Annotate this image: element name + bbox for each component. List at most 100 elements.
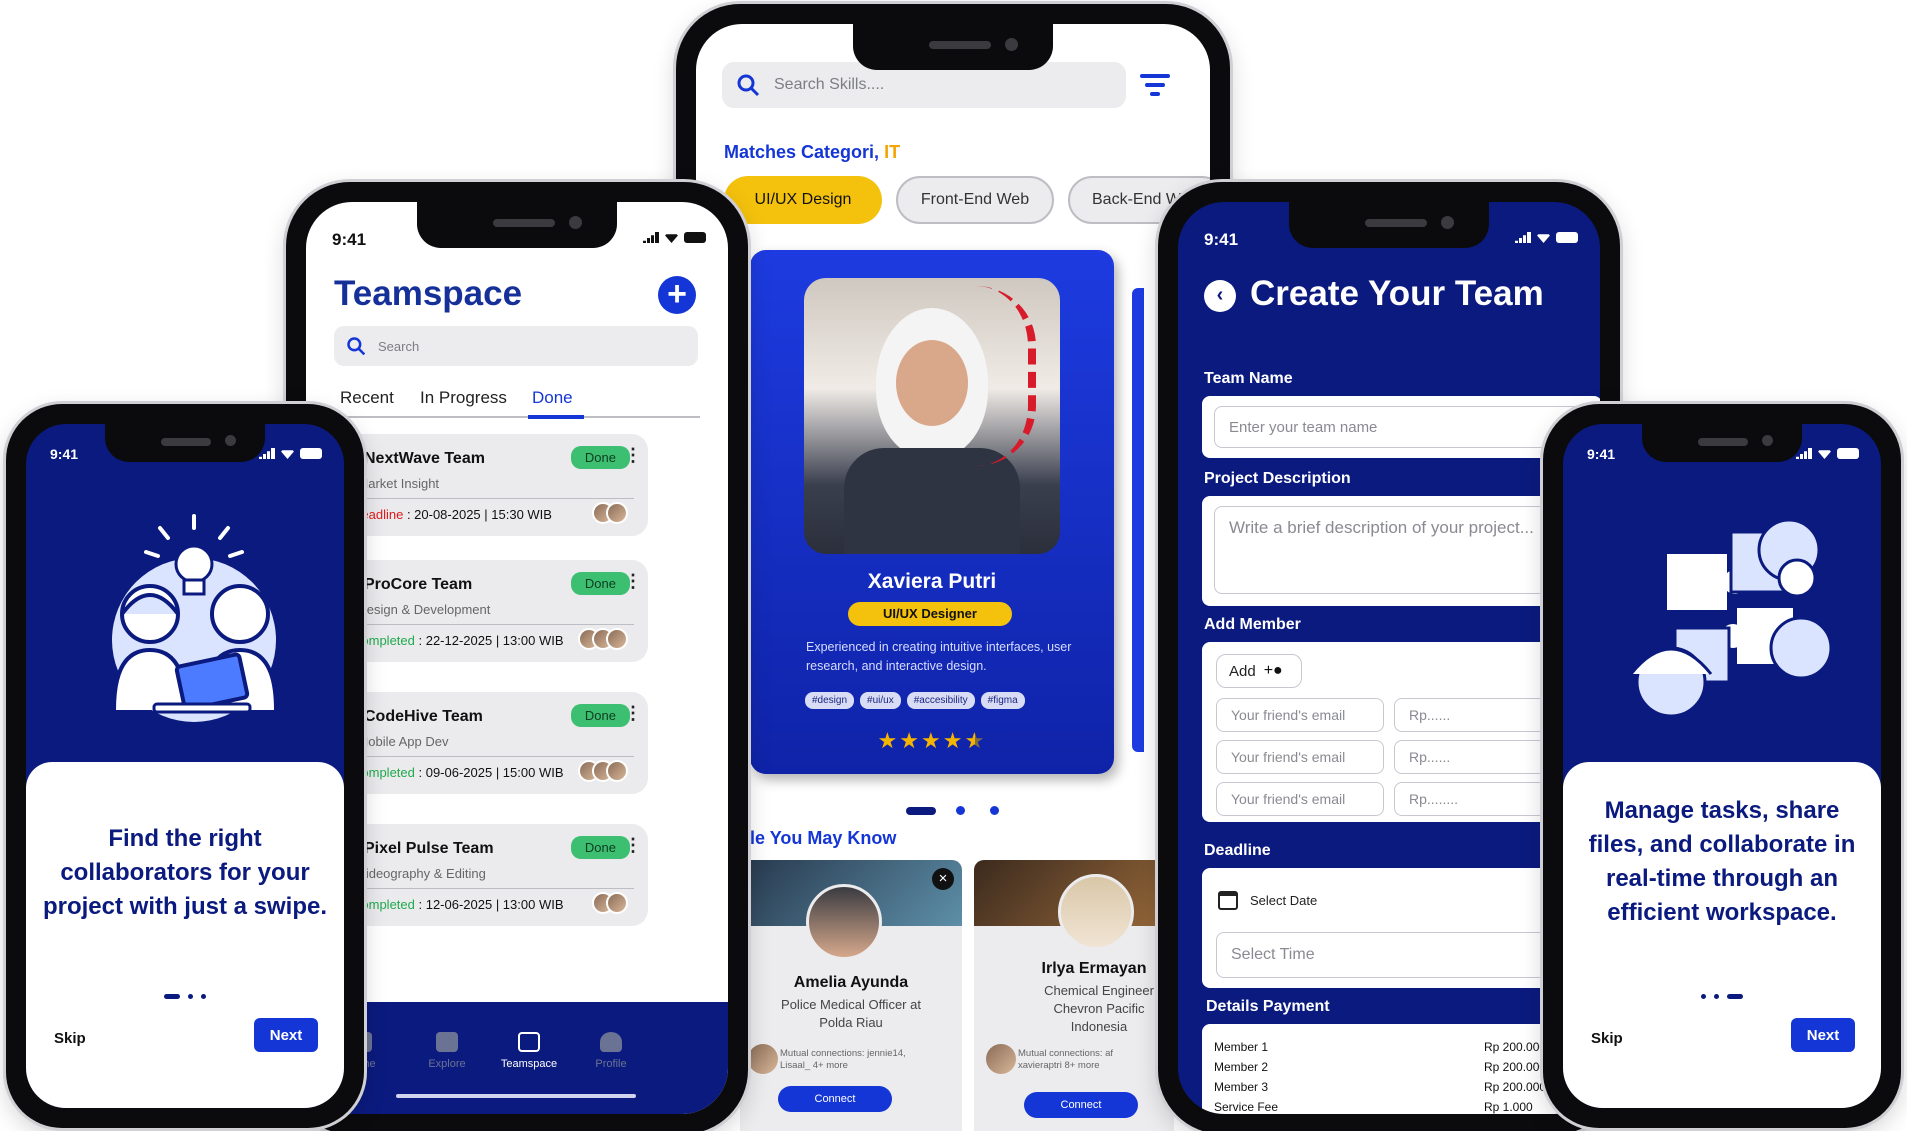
- next-button[interactable]: Next: [1791, 1018, 1855, 1052]
- profile-swipe-card[interactable]: Xaviera Putri UI/UX Designer Experienced…: [750, 250, 1114, 774]
- chip-uiux-design[interactable]: UI/UX Design: [724, 176, 882, 224]
- filter-icon[interactable]: [1140, 72, 1170, 98]
- status-badge: Done: [570, 704, 630, 727]
- select-date-dropdown[interactable]: Select Date: [1214, 880, 1594, 920]
- member-email-input[interactable]: Your friend's email: [1216, 698, 1384, 732]
- status-bar: 9:41: [26, 444, 344, 470]
- person-name: Amelia Ayunda: [793, 974, 909, 991]
- more-vertical-icon[interactable]: ⋮: [624, 446, 642, 464]
- chip-frontend-web[interactable]: Front-End Web: [896, 176, 1054, 224]
- member-avatars: [578, 760, 628, 782]
- team-date: Completed : 12-06-2025 | 13:00 WIB: [352, 897, 564, 912]
- divider: [336, 624, 634, 625]
- team-card[interactable]: ⬢ CodeHive Team Done ⋮ Team Mobile App D…: [322, 692, 648, 794]
- skip-button[interactable]: Skip: [1591, 1030, 1623, 1047]
- person-title: Chemical Engineer Chevron Pacific Indone…: [1044, 983, 1154, 1034]
- page-title: Teamspace: [334, 274, 523, 313]
- onboarding-message: Find the right collaborators for your pr…: [42, 825, 328, 920]
- team-name-input[interactable]: Enter your team name: [1214, 406, 1600, 448]
- connect-button[interactable]: Connect: [778, 1086, 892, 1112]
- more-vertical-icon[interactable]: ⋮: [624, 572, 642, 590]
- next-card-peek: [1132, 288, 1144, 752]
- teamspace-screen: 9:41 Teamspace + Search Recent In Progre…: [306, 202, 728, 1114]
- onboarding-message: Manage tasks, share files, and collabora…: [1588, 797, 1856, 926]
- skip-button[interactable]: Skip: [54, 1030, 86, 1047]
- member-email-input[interactable]: Your friend's email: [1216, 782, 1384, 816]
- payment-row: Service Fee Rp 1.000: [1214, 1100, 1533, 1114]
- divider: [336, 888, 634, 889]
- project-description-label: Project Description: [1204, 470, 1351, 487]
- home-indicator: [396, 1094, 636, 1098]
- tabs-underline: [334, 416, 700, 418]
- tab-active-indicator: [528, 415, 584, 419]
- showcase-stage: Search Skills.... Matches Categori, IT U…: [0, 0, 1907, 1131]
- profile-photo: [804, 278, 1060, 554]
- onboarding-card: Manage tasks, share files, and collabora…: [1563, 762, 1881, 1108]
- person-title: Police Medical Officer at Polda Riau: [781, 997, 921, 1030]
- matches-category: IT: [884, 142, 901, 162]
- collaboration-illustration: [112, 514, 278, 722]
- add-person-icon: +●: [1263, 662, 1283, 679]
- profile-tag: #accesibility: [906, 692, 975, 709]
- member-avatars: [578, 628, 628, 650]
- connect-button[interactable]: Connect: [1024, 1092, 1138, 1118]
- person-card[interactable]: Irlya Ermayan Chemical Engineer Chevron …: [974, 860, 1174, 1131]
- page-indicator: [1563, 988, 1881, 1006]
- close-icon[interactable]: ×: [932, 868, 954, 890]
- team-name: Pixel Pulse Team: [364, 840, 494, 857]
- member-email-input[interactable]: Your friend's email: [1216, 740, 1384, 774]
- member-avatars: [592, 502, 628, 524]
- puzzle-team-illustration: [1629, 518, 1833, 718]
- bottom-nav: Home Explore Teamspace Profile: [306, 1002, 728, 1114]
- add-member-label: Add Member: [1204, 616, 1301, 633]
- phone-onboarding-workspace: 9:41 Manage tasks, share files, and coll…: [1543, 404, 1901, 1128]
- payment-row: Member 3 Rp 200.000: [1214, 1080, 1547, 1094]
- phone-explore: Search Skills.... Matches Categori, IT U…: [676, 4, 1230, 1131]
- status-badge: Done: [570, 836, 630, 859]
- matches-label: Matches Categori, IT: [724, 142, 901, 162]
- team-name: NextWave Team: [364, 450, 485, 467]
- add-member-button[interactable]: Add +●: [1216, 654, 1302, 688]
- team-date: Completed : 09-06-2025 | 15:00 WIB: [352, 765, 564, 780]
- nav-teamspace[interactable]: Teamspace: [494, 1032, 564, 1070]
- teamspace-icon: [518, 1032, 540, 1052]
- next-button[interactable]: Next: [254, 1018, 318, 1052]
- page-title: Create Your Team: [1250, 274, 1544, 313]
- payment-row: Member 1 Rp 200.000: [1214, 1040, 1547, 1054]
- status-bar: 9:41: [306, 228, 728, 254]
- add-team-button[interactable]: +: [658, 276, 696, 314]
- nav-profile[interactable]: Profile: [576, 1032, 646, 1070]
- carousel-dot[interactable]: [989, 806, 999, 816]
- team-card[interactable]: ▣ Pixel Pulse Team Done ⋮ Team Videograp…: [322, 824, 648, 926]
- divider: [336, 498, 634, 499]
- back-button[interactable]: ‹: [1204, 280, 1236, 312]
- carousel-dot[interactable]: [956, 806, 966, 816]
- person-avatar: [1058, 874, 1134, 950]
- tab-recent[interactable]: Recent: [340, 388, 394, 408]
- more-vertical-icon[interactable]: ⋮: [624, 836, 642, 854]
- team-card[interactable]: ● ProCore Team Done ⋮ Team Design & Deve…: [322, 560, 648, 662]
- team-search-bar[interactable]: Search: [334, 326, 698, 366]
- status-bar: 9:41: [1178, 228, 1600, 254]
- select-time-input[interactable]: Select Time: [1216, 932, 1596, 978]
- mutual-connections: Mutual connections: jennie14, Lisaal_ 4+…: [780, 1048, 906, 1071]
- phone-onboarding-swipe: 9:41 Find the right collaborators for yo…: [6, 404, 364, 1128]
- profile-tag: #design: [805, 692, 855, 709]
- status-bar: 9:41: [1563, 444, 1881, 470]
- status-badge: Done: [570, 446, 630, 469]
- tab-in-progress[interactable]: In Progress: [420, 388, 507, 408]
- team-search-input[interactable]: Search: [378, 339, 419, 354]
- skills-search-input[interactable]: Search Skills....: [774, 76, 884, 94]
- profile-role-badge: UI/UX Designer: [848, 602, 1012, 626]
- person-card[interactable]: × Amelia Ayunda Police Medical Officer a…: [740, 860, 962, 1131]
- person-avatar: [806, 884, 882, 960]
- search-icon: [347, 337, 366, 356]
- search-icon: [737, 74, 760, 97]
- team-card[interactable]: ◆ NextWave Team Done ⋮ Team Market Insig…: [322, 434, 648, 536]
- explore-icon: [436, 1032, 458, 1052]
- more-vertical-icon[interactable]: ⋮: [624, 704, 642, 722]
- carousel-dot-active[interactable]: [906, 806, 936, 815]
- nav-explore[interactable]: Explore: [412, 1032, 482, 1070]
- tab-done[interactable]: Done: [532, 388, 573, 408]
- mutual-avatars: [748, 1044, 778, 1074]
